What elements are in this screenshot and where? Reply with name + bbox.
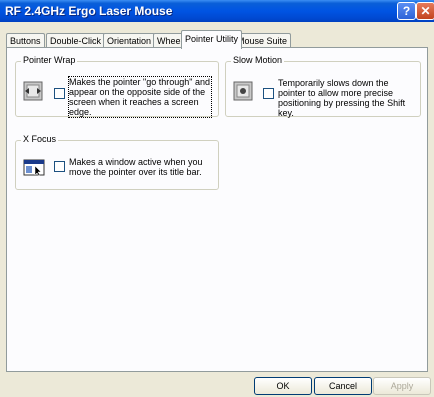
slow-motion-label: Slow Motion [231, 55, 285, 65]
slow-motion-group: Slow Motion Temporarily slows down the p… [225, 55, 421, 118]
tab-panel: Pointer Wrap Makes the pointer "go throu… [6, 47, 428, 372]
tab-orientation[interactable]: Orientation [103, 33, 156, 48]
tab-pointer-utility[interactable]: Pointer Utility [181, 30, 243, 49]
slow-motion-icon [233, 81, 253, 101]
help-button[interactable]: ? [397, 2, 416, 20]
pointer-wrap-group: Pointer Wrap Makes the pointer "go throu… [15, 55, 219, 118]
dialog-window: RF 2.4GHz Ergo Laser Mouse ? ✕ Buttons D… [0, 0, 434, 397]
apply-button[interactable]: Apply [373, 377, 431, 395]
pointer-wrap-label: Pointer Wrap [21, 55, 78, 65]
tab-double-click[interactable]: Double-Click [46, 33, 106, 48]
cancel-button[interactable]: Cancel [314, 377, 372, 395]
pointer-wrap-checkbox[interactable] [54, 88, 65, 99]
slow-motion-description: Temporarily slows down the pointer to al… [278, 78, 406, 118]
pointer-wrap-icon [23, 81, 43, 101]
x-focus-description: Makes a window active when you move the … [69, 157, 203, 177]
ok-button[interactable]: OK [254, 377, 312, 395]
window-focus-icon [23, 157, 45, 177]
tab-buttons[interactable]: Buttons [6, 33, 45, 48]
pointer-wrap-description: Makes the pointer "go through" and appea… [68, 76, 212, 118]
close-button[interactable]: ✕ [416, 2, 434, 20]
x-focus-group: X Focus Makes a window active when you m… [15, 134, 219, 190]
slow-motion-checkbox[interactable] [263, 88, 274, 99]
window-title: RF 2.4GHz Ergo Laser Mouse [5, 4, 173, 18]
title-bar[interactable]: RF 2.4GHz Ergo Laser Mouse ? ✕ [0, 0, 434, 22]
x-focus-label: X Focus [21, 134, 59, 144]
x-focus-checkbox[interactable] [54, 161, 65, 172]
